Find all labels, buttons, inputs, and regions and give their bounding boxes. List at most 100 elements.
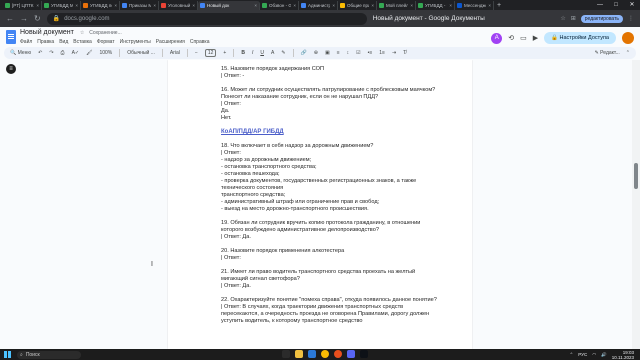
browser-tab[interactable]: [PT] ЦПТК УГИБ× [3,1,42,10]
document-page[interactable]: выбросы, а также вещество15. Назовите по… [168,60,472,349]
tab-close-icon[interactable]: × [75,3,78,8]
tray-arrow-icon[interactable]: ⌃ [569,352,573,358]
tab-close-icon[interactable]: × [36,3,39,8]
browser-tab[interactable]: УГИБДД М × [42,1,81,10]
browser-tab[interactable]: Обзвон - Go× [260,1,299,10]
back-icon[interactable]: ← [6,14,14,23]
text-color-icon[interactable]: A [271,50,274,56]
font-size-decrease-icon[interactable]: − [195,50,198,56]
account-avatar[interactable] [622,32,634,44]
menu-item[interactable]: Формат [97,39,115,45]
tab-close-icon[interactable]: × [449,3,452,8]
menu-item[interactable]: Вид [59,39,68,45]
browser-tab[interactable]: Администр × [299,1,338,10]
menu-item[interactable]: Справка [190,39,210,45]
app-icon[interactable] [360,350,368,358]
browser-tab[interactable]: Мой плейл × [377,1,416,10]
comment-icon[interactable]: ▭ [520,34,527,42]
star-doc-icon[interactable]: ☆ [80,30,84,36]
volume-icon[interactable]: 🔊 [601,352,607,358]
clear-format-icon[interactable]: T̸ [403,50,406,56]
browser-tab[interactable]: Общие прави× [338,1,377,10]
scrollbar-thumb[interactable] [634,163,638,189]
search-menus-icon[interactable]: 🔍 Меню [10,50,31,56]
docs-logo-icon[interactable] [6,30,16,44]
paint-format-icon[interactable]: 🖌 [86,50,92,56]
font-size-field[interactable]: 12 [204,49,217,57]
tab-close-icon[interactable]: × [371,3,374,8]
redo-icon[interactable]: ↷ [49,50,53,56]
underline-icon[interactable]: U [260,50,264,56]
discord-icon[interactable] [347,350,355,358]
explorer-icon[interactable] [295,350,303,358]
document-title[interactable]: Новый документ ☆ Сохранение... [20,29,122,36]
task-view-icon[interactable] [282,350,290,358]
tab-close-icon[interactable]: × [293,3,296,8]
language-indicator[interactable]: РУС [578,352,587,357]
store-icon[interactable] [308,350,316,358]
menu-item[interactable]: Вставка [73,39,92,45]
extensions-icon[interactable]: ⊞ [571,15,576,22]
tab-close-icon[interactable]: × [488,3,491,8]
tab-close-icon[interactable]: × [153,3,156,8]
collaborator-avatar[interactable]: A [491,32,503,44]
tab-close-icon[interactable]: × [192,3,195,8]
tab-close-icon[interactable]: × [254,3,257,8]
image-icon[interactable]: ▣ [325,50,330,56]
comment-add-icon[interactable]: ⊕ [314,50,318,56]
maximize-icon[interactable]: □ [608,0,624,10]
minimize-icon[interactable]: — [592,0,608,10]
spellcheck-icon[interactable]: A✓ [72,50,80,56]
checklist-icon[interactable]: ☑ [356,50,360,56]
new-tab-icon[interactable]: + [494,2,504,9]
italic-icon[interactable]: I [252,50,253,56]
profile-sync-button[interactable]: редактировать [580,14,623,23]
menu-item[interactable]: Правка [37,39,54,45]
vertical-scrollbar[interactable] [632,60,640,349]
line-spacing-icon[interactable]: ↕ [347,50,350,56]
url-field[interactable]: 🔒 docs.google.com [46,12,367,25]
star-icon[interactable]: ☆ [560,15,565,22]
tab-close-icon[interactable]: × [114,3,117,8]
browser-tab[interactable]: Новый док × [198,1,260,10]
taskbar-search[interactable]: ⌕ Поиск [17,350,81,359]
zoom-select[interactable]: 100% [99,50,112,56]
editing-mode-select[interactable]: ✎ Редакт... [595,50,620,56]
document-body[interactable]: выбросы, а также вещество15. Назовите по… [221,60,441,325]
highlight-icon[interactable]: ✎ [281,50,285,56]
forward-icon[interactable]: → [20,14,28,23]
wifi-icon[interactable]: ◠ [592,352,596,358]
browser-tab[interactable]: Мессенджер× [455,1,494,10]
browser-tab[interactable]: Уголовный к× [159,1,198,10]
tab-close-icon[interactable]: × [410,3,413,8]
print-icon[interactable]: ⎙ [61,50,65,56]
video-call-icon[interactable]: ▶ [533,34,538,42]
tab-close-icon[interactable]: × [332,3,335,8]
menu-item[interactable]: Расширения [156,39,185,45]
browser-tab[interactable]: УГИБДД - М× [416,1,455,10]
menu-dots-icon[interactable]: ⋮ [628,15,634,22]
style-select[interactable]: Обычный ... [127,50,155,56]
font-select[interactable]: Arial [170,50,180,56]
indent-icon[interactable]: ⇥ [392,50,396,56]
close-window-icon[interactable]: ✕ [624,0,640,10]
outline-icon[interactable]: ≡ [6,64,16,74]
menu-item[interactable]: Файл [20,39,32,45]
numbered-list-icon[interactable]: 1≡ [379,50,385,56]
history-icon[interactable]: ⟲ [508,34,514,42]
undo-icon[interactable]: ↶ [38,50,42,56]
windows-start-icon[interactable] [4,351,11,358]
font-size-increase-icon[interactable]: + [223,50,226,56]
bold-icon[interactable]: B [241,50,245,56]
share-button[interactable]: 🔒 Настройки Доступа [544,32,616,44]
yandex-icon[interactable] [334,350,342,358]
collapse-icon[interactable]: ⌃ [626,50,630,56]
bullet-list-icon[interactable]: •≡ [368,50,373,56]
chrome-icon[interactable] [321,350,329,358]
reload-icon[interactable]: ↻ [34,14,41,23]
browser-tab[interactable]: УГИБДД по Г× [81,1,120,10]
browser-tab[interactable]: Приказы Ми× [120,1,159,10]
link-icon[interactable]: 🔗 [301,50,307,56]
align-icon[interactable]: ≡ [337,50,340,56]
menu-item[interactable]: Инструменты [120,39,151,45]
